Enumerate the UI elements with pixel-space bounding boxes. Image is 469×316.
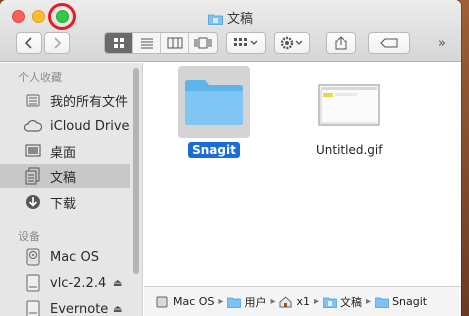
- path-crumb-home[interactable]: x1 ▸: [279, 295, 323, 308]
- tag-icon: [380, 38, 398, 48]
- disk-image-icon: [24, 274, 42, 292]
- file-browser-content: Snagit Untitled.gif: [144, 63, 461, 285]
- path-crumb-label: 文稿: [340, 295, 363, 309]
- cover-flow-icon: [194, 37, 212, 49]
- folder-icon: [375, 296, 389, 308]
- tag-button[interactable]: [368, 32, 410, 54]
- cover-flow-view-button[interactable]: [189, 33, 217, 53]
- sidebar-item-all-files[interactable]: 我的所有文件: [0, 88, 130, 112]
- column-view-button[interactable]: [161, 33, 189, 53]
- documents-folder-icon: [208, 14, 223, 25]
- path-separator: ▸: [314, 296, 320, 307]
- sidebar-item-label: 文稿: [50, 170, 77, 186]
- path-separator: ▸: [270, 296, 276, 307]
- file-thumbnail[interactable]: [313, 66, 385, 138]
- sidebar-item-label: vlc-2.2.4: [50, 275, 107, 291]
- file-name[interactable]: Untitled.gif: [312, 142, 386, 158]
- window-title: 文稿: [0, 8, 461, 27]
- desktop-icon: [24, 142, 42, 160]
- action-button[interactable]: [274, 32, 310, 54]
- path-separator: ▸: [218, 296, 224, 307]
- path-crumb-documents[interactable]: 文稿 ▸: [323, 294, 375, 310]
- sidebar-header-devices: 设备: [18, 230, 40, 243]
- chevron-left-icon: [24, 37, 32, 49]
- sidebar-item-desktop[interactable]: 桌面: [0, 139, 130, 163]
- view-mode-segment: [104, 32, 218, 54]
- sidebar-item-label: Mac OS: [50, 249, 99, 265]
- arrange-grid-icon: [234, 38, 258, 46]
- sidebar-item-label: Evernote: [50, 301, 109, 316]
- path-crumb-label: Snagit: [392, 295, 428, 308]
- sidebar-item-label: iCloud Drive: [50, 118, 130, 134]
- path-separator: ▸: [366, 296, 372, 307]
- sidebar-header-favorites: 个人收藏: [18, 71, 62, 84]
- chevron-right-icon: [54, 37, 62, 49]
- path-crumb-label: 用户: [244, 295, 267, 309]
- image-file-icon: [318, 84, 380, 126]
- toolbar-overflow-button[interactable]: »: [438, 36, 446, 51]
- folder-icon: [185, 80, 243, 125]
- sidebar-scrollbar-thumb[interactable]: [133, 68, 139, 274]
- list-view-button[interactable]: [133, 33, 161, 53]
- sidebar-item-icloud-drive[interactable]: iCloud Drive: [0, 114, 130, 138]
- icon-view-button[interactable]: [105, 33, 133, 53]
- all-files-icon: [24, 91, 42, 109]
- documents-icon: [323, 296, 337, 308]
- sidebar-item-label: 下载: [50, 196, 77, 212]
- gear-icon: [280, 36, 303, 50]
- icon-view-icon: [113, 38, 124, 48]
- harddisk-icon: [24, 248, 42, 266]
- sidebar-item-label: 我的所有文件: [50, 94, 129, 110]
- column-view-icon: [167, 37, 182, 49]
- path-crumb-label: x1: [296, 295, 310, 308]
- forward-button[interactable]: [44, 32, 70, 54]
- sidebar-item-label: 桌面: [50, 145, 77, 161]
- file-thumbnail[interactable]: [178, 66, 250, 138]
- sidebar-item-vlc[interactable]: vlc-2.2.4 ⏏: [0, 271, 130, 295]
- desktop-background: [461, 0, 469, 316]
- sidebar-item-evernote[interactable]: Evernote ⏏: [0, 297, 130, 316]
- file-item-snagit[interactable]: Snagit: [178, 66, 250, 158]
- file-name[interactable]: Snagit: [188, 142, 240, 158]
- eject-icon[interactable]: ⏏: [113, 304, 122, 315]
- titlebar: 文稿 »: [0, 0, 461, 62]
- eject-icon[interactable]: ⏏: [113, 278, 122, 289]
- documents-icon: [24, 167, 42, 185]
- list-view-icon: [140, 38, 153, 49]
- share-icon: [335, 36, 347, 50]
- folder-icon: [227, 296, 242, 308]
- sidebar-item-documents[interactable]: 文稿: [0, 164, 130, 188]
- path-bar: Mac OS ▸ 用户 ▸ x1 ▸ 文稿 ▸ Snagit: [144, 286, 461, 316]
- file-item-untitled-gif[interactable]: Untitled.gif: [312, 66, 386, 158]
- path-crumb-snagit[interactable]: Snagit: [375, 295, 427, 308]
- window-title-text: 文稿: [226, 12, 253, 27]
- disk-image-icon: [24, 300, 42, 316]
- path-crumb-mac-os[interactable]: Mac OS ▸: [156, 295, 227, 308]
- cloud-icon: [24, 117, 42, 135]
- download-icon: [24, 193, 42, 211]
- share-button[interactable]: [326, 32, 356, 54]
- sidebar: 个人收藏 我的所有文件 iCloud Drive 桌面 文稿 下载 设备 Mac…: [0, 63, 143, 316]
- back-button[interactable]: [16, 32, 42, 54]
- sidebar-item-downloads[interactable]: 下载: [0, 190, 130, 214]
- path-crumb-label: Mac OS: [173, 295, 215, 308]
- sidebar-item-mac-os[interactable]: Mac OS: [0, 245, 130, 269]
- arrange-button[interactable]: [226, 32, 266, 54]
- path-crumb-users[interactable]: 用户 ▸: [227, 294, 279, 310]
- sidebar-scrollbar[interactable]: [132, 63, 140, 316]
- harddisk-icon: [156, 296, 170, 308]
- finder-window: 文稿 » 个人收藏 我的所有文件 iCloud Drive 桌面 文稿 下载 设…: [0, 0, 461, 316]
- home-icon: [279, 295, 293, 308]
